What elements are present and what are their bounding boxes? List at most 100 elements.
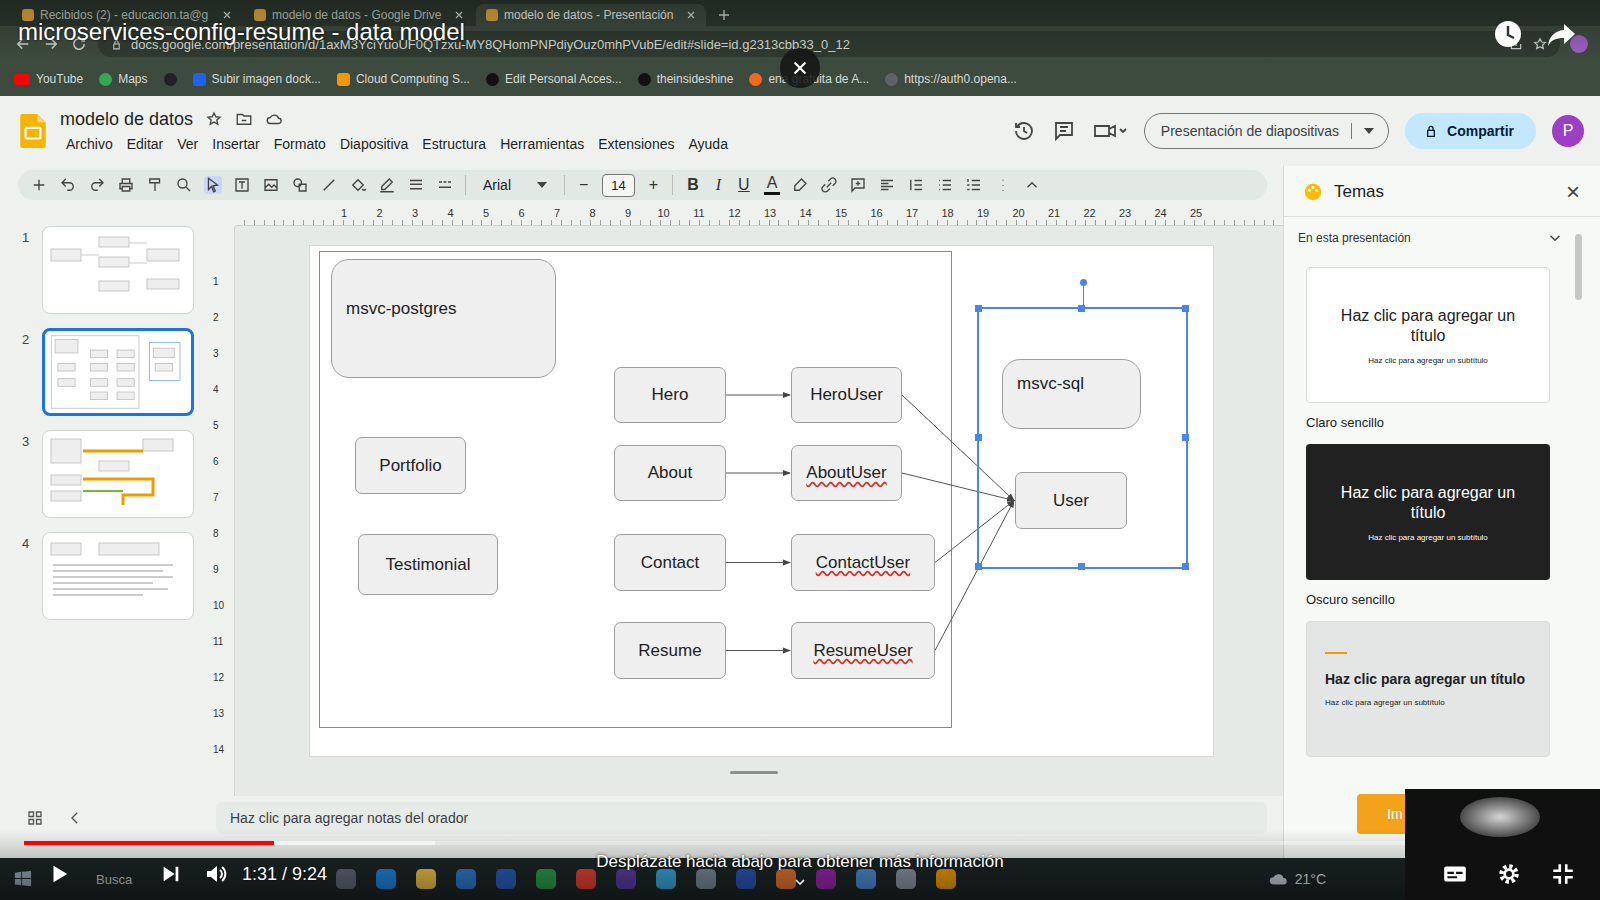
- border-color-icon[interactable]: [378, 176, 396, 194]
- taskbar-app-icon[interactable]: [656, 869, 676, 889]
- zoom-icon[interactable]: [175, 176, 193, 194]
- diagram-node[interactable]: Portfolio: [355, 437, 466, 494]
- play-icon[interactable]: [48, 863, 70, 885]
- watch-later-icon[interactable]: [1492, 18, 1524, 50]
- progress-bar[interactable]: [24, 841, 1576, 845]
- menu-item[interactable]: Insertar: [206, 134, 265, 154]
- bookmark[interactable]: theinsideshine: [638, 72, 734, 86]
- font-size-field[interactable]: 14: [602, 174, 634, 197]
- notes-resize-handle[interactable]: [730, 771, 778, 774]
- edge-arrow[interactable]: [726, 650, 790, 651]
- close-button[interactable]: ×: [1566, 180, 1580, 204]
- image-icon[interactable]: [262, 176, 280, 194]
- subtitles-icon[interactable]: [1442, 861, 1468, 887]
- document-title[interactable]: modelo de datos: [60, 109, 193, 130]
- italic-button[interactable]: I: [713, 177, 724, 193]
- edge-arrow[interactable]: [902, 395, 1014, 501]
- font-select[interactable]: Arial: [477, 177, 553, 193]
- edge-arrow[interactable]: [902, 473, 1014, 501]
- exit-fullscreen-icon[interactable]: [1550, 861, 1576, 887]
- diagram-node[interactable]: Contact: [614, 534, 726, 591]
- edge-arrow[interactable]: [726, 473, 790, 474]
- bookmark[interactable]: Cloud Computing S...: [337, 72, 470, 86]
- diagram-node[interactable]: AboutUser: [791, 445, 902, 501]
- bold-button[interactable]: B: [684, 177, 702, 193]
- share-button[interactable]: Compartir: [1405, 113, 1536, 149]
- taskbar-app-icon[interactable]: [776, 869, 796, 889]
- notes-field[interactable]: Haz clic para agregar notas del orador: [216, 802, 1267, 834]
- taskbar-app-icon[interactable]: [576, 869, 596, 889]
- textbox-icon[interactable]: [233, 176, 251, 194]
- theme-card[interactable]: Haz clic para agregar un títuloHaz clic …: [1306, 621, 1550, 757]
- slide-thumbnail[interactable]: [42, 430, 194, 518]
- settings-icon[interactable]: [1496, 861, 1522, 887]
- close-icon[interactable]: [686, 10, 696, 20]
- taskbar-app-icon[interactable]: [936, 869, 956, 889]
- text-color-button[interactable]: A: [764, 175, 781, 195]
- decrease-size-button[interactable]: −: [576, 177, 591, 193]
- undo-icon[interactable]: [59, 176, 77, 194]
- edge-arrow[interactable]: [726, 395, 790, 396]
- slide-thumbnail[interactable]: [42, 328, 194, 416]
- bookmark[interactable]: https://auth0.opena...: [885, 72, 1017, 86]
- align-icon[interactable]: [878, 176, 896, 194]
- diagram-node[interactable]: Hero: [614, 367, 726, 423]
- bookmark[interactable]: Subir imagen dock...: [193, 72, 321, 86]
- more-icon[interactable]: [994, 176, 1012, 194]
- close-overlay-button[interactable]: [780, 48, 820, 88]
- print-icon[interactable]: [117, 176, 135, 194]
- windows-icon[interactable]: [14, 870, 32, 888]
- edge-arrow[interactable]: [935, 501, 1014, 651]
- cloud-icon[interactable]: [265, 110, 283, 128]
- history-icon[interactable]: [1012, 119, 1036, 143]
- bookmark[interactable]: [164, 73, 177, 86]
- video-title[interactable]: microservices-config-resume - data model: [18, 19, 465, 45]
- taskbar-app-icon[interactable]: [536, 869, 556, 889]
- menu-item[interactable]: Diapositiva: [334, 134, 414, 154]
- collapse-icon[interactable]: [1023, 176, 1041, 194]
- resize-handle[interactable]: [1078, 305, 1085, 312]
- diagram-node[interactable]: Testimonial: [358, 534, 498, 595]
- border-weight-icon[interactable]: [407, 176, 425, 194]
- browser-tab[interactable]: modelo de datos - Presentación: [476, 4, 706, 26]
- link-icon[interactable]: [820, 176, 838, 194]
- theme-card[interactable]: Haz clic para agregar un títuloHaz clic …: [1306, 444, 1550, 580]
- taskbar-app-icon[interactable]: [616, 869, 636, 889]
- taskbar-app-icon[interactable]: [816, 869, 836, 889]
- diagram-node[interactable]: Resume: [614, 622, 726, 679]
- paint-format-icon[interactable]: [146, 176, 164, 194]
- fill-color-icon[interactable]: [349, 176, 367, 194]
- menu-item[interactable]: Ver: [171, 134, 204, 154]
- volume-icon[interactable]: [204, 862, 228, 886]
- highlight-icon[interactable]: [791, 176, 809, 194]
- slide[interactable]: msvc-postgresPortfolioTestimonialHeroAbo…: [309, 245, 1214, 757]
- bullets-icon[interactable]: [936, 176, 954, 194]
- shape-icon[interactable]: [291, 176, 309, 194]
- next-icon[interactable]: [160, 863, 182, 885]
- theme-filter[interactable]: En esta presentación: [1284, 217, 1600, 259]
- diagram-node[interactable]: ResumeUser: [791, 622, 935, 679]
- slide-thumbnail-item[interactable]: 3: [0, 430, 205, 518]
- diagram-node[interactable]: HeroUser: [791, 367, 902, 423]
- select-icon[interactable]: [204, 176, 222, 194]
- theme-item[interactable]: Haz clic para agregar un títuloHaz clic …: [1306, 444, 1550, 607]
- meet-icon[interactable]: [1092, 119, 1128, 143]
- weather[interactable]: 21°C: [1267, 868, 1326, 890]
- taskbar-app-icon[interactable]: [736, 869, 756, 889]
- slide-thumbnail-item[interactable]: 1: [0, 226, 205, 314]
- comments-icon[interactable]: [1052, 119, 1076, 143]
- diagram-node[interactable]: ContactUser: [791, 534, 935, 591]
- add-icon[interactable]: [30, 176, 48, 194]
- folder-icon[interactable]: [235, 110, 253, 128]
- taskbar-app-icon[interactable]: [376, 869, 396, 889]
- slide-thumbnail-item[interactable]: 4: [0, 532, 205, 620]
- theme-item[interactable]: Haz clic para agregar un títuloHaz clic …: [1306, 267, 1550, 430]
- diagram-node[interactable]: User: [1015, 472, 1127, 529]
- diagram-node[interactable]: About: [614, 445, 726, 501]
- bookmark[interactable]: Edit Personal Acces...: [486, 72, 622, 86]
- resize-handle[interactable]: [975, 563, 982, 570]
- selection-box[interactable]: [977, 307, 1188, 569]
- slide-thumbnail[interactable]: [42, 226, 194, 314]
- slides-logo-icon[interactable]: [20, 114, 46, 148]
- taskbar-app-icon[interactable]: [456, 869, 476, 889]
